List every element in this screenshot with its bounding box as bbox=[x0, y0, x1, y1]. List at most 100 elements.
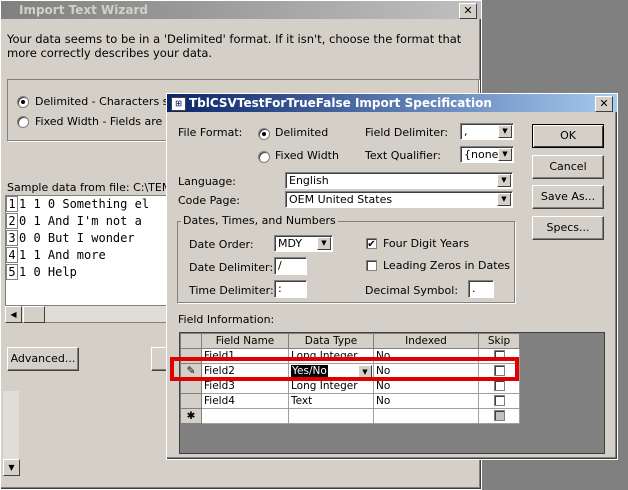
dates-group-label: Dates, Times, and Numbers bbox=[181, 214, 338, 227]
skip-cell[interactable] bbox=[478, 393, 520, 409]
fixed-width-label: Fixed Width bbox=[275, 149, 339, 162]
skip-cell[interactable] bbox=[478, 408, 520, 424]
scroll-left-button[interactable]: ◀ bbox=[5, 306, 22, 323]
field-name-cell[interactable] bbox=[201, 408, 289, 424]
sample-row-number: 3 bbox=[6, 230, 18, 246]
sample-row-number: 4 bbox=[6, 247, 18, 263]
field-name-cell[interactable]: Field4 bbox=[201, 393, 289, 409]
wizard-intro-text: Your data seems to be in a 'Delimited' f… bbox=[7, 32, 462, 60]
chevron-down-icon[interactable]: ▼ bbox=[497, 174, 511, 187]
ok-button[interactable]: OK bbox=[532, 124, 604, 148]
column-header: Data Type bbox=[288, 333, 374, 349]
date-delimiter-input[interactable]: / bbox=[274, 257, 307, 275]
sample-row-number: 1 bbox=[6, 196, 18, 212]
table-row[interactable]: Field4 Text No bbox=[180, 393, 520, 409]
spec-app-icon: ⊞ bbox=[171, 97, 186, 111]
time-delimiter-input[interactable]: : bbox=[274, 280, 307, 298]
wizard-fixed-radio[interactable] bbox=[17, 116, 29, 128]
data-type-cell[interactable]: Text bbox=[288, 393, 374, 409]
wizard-close-button[interactable]: ✕ bbox=[459, 3, 477, 19]
left-vscrollbar[interactable]: ▼ bbox=[3, 391, 20, 476]
column-header: Indexed bbox=[373, 333, 479, 349]
language-select[interactable]: English ▼ bbox=[285, 172, 513, 189]
scroll-down-button[interactable]: ▼ bbox=[3, 459, 20, 476]
language-label: Language: bbox=[178, 175, 236, 188]
sample-row: 11 1 0 Something el bbox=[6, 196, 168, 213]
spec-close-button[interactable]: ✕ bbox=[595, 96, 613, 112]
wizard-delimited-radio[interactable] bbox=[17, 96, 29, 108]
field-info-label: Field Information: bbox=[178, 313, 275, 326]
leading-zeros-label: Leading Zeros in Dates bbox=[383, 259, 511, 272]
sample-data-label: Sample data from file: C:\TEMP\T bbox=[7, 181, 189, 194]
wizard-title-bar: Import Text Wizard bbox=[1, 1, 481, 19]
code-page-value: OEM United States bbox=[289, 193, 393, 206]
save-as-button-label: Save As... bbox=[540, 190, 596, 203]
advanced-button-label: Advanced... bbox=[10, 352, 76, 365]
date-order-label: Date Order: bbox=[189, 238, 254, 251]
sample-row-text: 0 1 And I'm not a bbox=[19, 214, 142, 228]
cancel-button[interactable]: Cancel bbox=[532, 155, 604, 179]
date-delimiter-value: / bbox=[278, 259, 282, 272]
date-delimiter-label: Date Delimiter: bbox=[189, 261, 274, 274]
import-spec-dialog: TblCSVTestForTrueFalse Import Specificat… bbox=[166, 93, 618, 460]
row-selector-header bbox=[180, 333, 202, 349]
specs-button[interactable]: Specs... bbox=[532, 216, 604, 240]
skip-checkbox[interactable] bbox=[493, 395, 505, 406]
decimal-symbol-value: . bbox=[472, 282, 476, 295]
highlight-box bbox=[170, 357, 519, 381]
four-digit-years-label: Four Digit Years bbox=[383, 237, 470, 250]
advanced-button[interactable]: Advanced... bbox=[7, 347, 79, 371]
chevron-down-icon[interactable]: ▼ bbox=[497, 193, 511, 206]
chevron-down-icon[interactable]: ▼ bbox=[317, 237, 331, 250]
indexed-cell[interactable] bbox=[373, 408, 479, 424]
leading-zeros-checkbox[interactable] bbox=[366, 260, 377, 271]
data-type-cell[interactable] bbox=[288, 408, 374, 424]
chevron-down-icon[interactable]: ▼ bbox=[498, 125, 512, 138]
sample-row-text: 1 0 Help bbox=[19, 265, 77, 279]
delimited-label: Delimited bbox=[275, 126, 329, 139]
save-as-button[interactable]: Save As... bbox=[532, 185, 604, 209]
decimal-symbol-input[interactable]: . bbox=[468, 280, 494, 298]
date-order-select[interactable]: MDY ▼ bbox=[274, 235, 333, 252]
field-delimiter-select[interactable]: , ▼ bbox=[460, 123, 514, 140]
decimal-symbol-label: Decimal Symbol: bbox=[365, 284, 459, 297]
sample-row-number: 5 bbox=[6, 264, 18, 280]
column-header: Field Name bbox=[201, 333, 289, 349]
sample-row-text: 1 1 And more bbox=[19, 248, 106, 262]
time-delimiter-label: Time Delimiter: bbox=[189, 284, 274, 297]
sample-row-text: 0 0 But I wonder bbox=[19, 231, 135, 245]
four-digit-years-checkbox[interactable]: ✔ bbox=[366, 238, 377, 250]
spec-title-bar: TblCSVTestForTrueFalse Import Specificat… bbox=[167, 94, 617, 112]
scroll-thumb[interactable] bbox=[23, 306, 45, 323]
spec-title: TblCSVTestForTrueFalse Import Specificat… bbox=[189, 96, 492, 110]
code-page-label: Code Page: bbox=[178, 194, 240, 207]
code-page-select[interactable]: OEM United States ▼ bbox=[285, 191, 513, 208]
fixed-width-radio[interactable] bbox=[258, 151, 270, 163]
wizard-delimited-label: Delimited - Characters suc bbox=[35, 95, 182, 108]
chevron-down-icon[interactable]: ▼ bbox=[498, 148, 512, 161]
language-value: English bbox=[289, 174, 329, 187]
text-qualifier-label: Text Qualifier: bbox=[365, 149, 441, 162]
sample-hscrollbar[interactable]: ◀ bbox=[5, 305, 167, 323]
sample-row: 41 1 And more bbox=[6, 247, 168, 264]
sample-row: 30 0 But I wonder bbox=[6, 230, 168, 247]
sample-row: 51 0 Help bbox=[6, 264, 168, 281]
skip-checkbox[interactable] bbox=[493, 410, 505, 421]
indexed-cell[interactable]: No bbox=[373, 393, 479, 409]
sample-data-box: 11 1 0 Something el 2 0 1 And I'm not a30 … bbox=[5, 195, 169, 323]
specs-button-label: Specs... bbox=[546, 221, 590, 234]
row-selector[interactable] bbox=[180, 393, 202, 409]
cancel-button-label: Cancel bbox=[549, 160, 587, 173]
field-delimiter-label: Field Delimiter: bbox=[365, 126, 449, 139]
skip-checkbox[interactable] bbox=[493, 380, 505, 391]
delimited-radio[interactable] bbox=[258, 128, 270, 140]
ok-button-label: OK bbox=[560, 129, 576, 142]
date-order-value: MDY bbox=[278, 237, 303, 250]
grid-header-row: Field Name Data Type Indexed Skip bbox=[180, 333, 520, 349]
new-record-row[interactable]: ✱ bbox=[180, 408, 520, 424]
row-selector[interactable]: ✱ bbox=[180, 408, 202, 424]
text-qualifier-select[interactable]: {none} ▼ bbox=[460, 146, 514, 163]
field-info-grid: Field Name Data Type Indexed Skip Field1… bbox=[179, 332, 605, 454]
sample-row: 20 1 And I'm not a bbox=[6, 213, 168, 230]
sample-row-text: 1 1 0 Something el bbox=[19, 197, 150, 211]
